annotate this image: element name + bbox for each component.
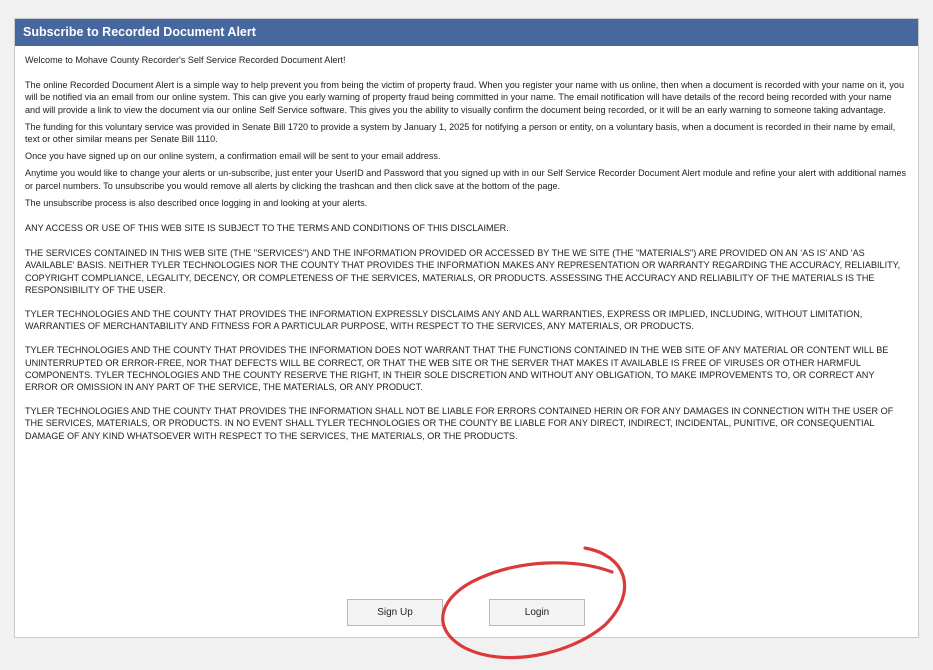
warranties-disclaimer: TYLER TECHNOLOGIES AND THE COUNTY THAT P… — [25, 309, 863, 332]
liability-disclaimer: TYLER TECHNOLOGIES AND THE COUNTY THAT P… — [25, 406, 894, 441]
panel-title: Subscribe to Recorded Document Alert — [15, 19, 918, 46]
unsubscribe-text: The unsubscribe process is also describe… — [25, 197, 368, 208]
confirmation-text: Once you have signed up on our online sy… — [25, 151, 441, 162]
access-disclaimer: ANY ACCESS OR USE OF THIS WEB SITE IS SU… — [25, 223, 509, 234]
services-disclaimer: THE SERVICES CONTAINED IN THIS WEB SITE … — [25, 248, 901, 295]
funding-text: The funding for this voluntary service w… — [25, 121, 896, 145]
sign-up-button[interactable]: Sign Up — [347, 599, 443, 626]
intro-text: The online Recorded Document Alert is a … — [25, 80, 905, 115]
change-alerts-text: Anytime you would like to change your al… — [25, 168, 907, 191]
panel-content: Welcome to Mohave County Recorder's Self… — [15, 46, 918, 442]
functions-disclaimer: TYLER TECHNOLOGIES AND THE COUNTY THAT P… — [25, 345, 889, 393]
welcome-text: Welcome to Mohave County Recorder's Self… — [25, 55, 346, 65]
subscribe-panel: Subscribe to Recorded Document Alert Wel… — [14, 18, 919, 638]
login-button[interactable]: Login — [489, 599, 585, 626]
